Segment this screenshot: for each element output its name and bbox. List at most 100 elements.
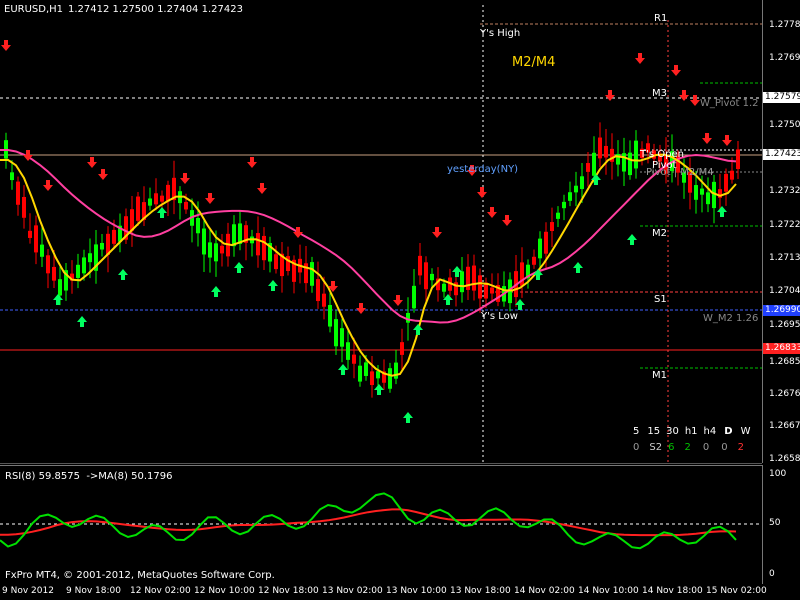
sell-arrow-icon [671, 65, 681, 76]
time-axis: 9 Nov 2012 9 Nov 18:00 12 Nov 02:00 12 N… [0, 585, 800, 600]
ts-open-label: T's Open [640, 149, 684, 160]
candle-body [604, 145, 608, 158]
copyright-text: FxPro MT4, © 2001-2012, MetaQuotes Softw… [5, 570, 275, 581]
candle-body [622, 153, 626, 172]
tf-label: D [724, 426, 733, 437]
candle-body [16, 181, 20, 205]
sell-arrow-icon [487, 207, 497, 218]
buy-arrow-icon [374, 384, 384, 395]
tf-value: 2 [684, 442, 691, 453]
candle-body [634, 140, 638, 169]
m3-label: M3 [652, 88, 667, 99]
candle-body [412, 285, 416, 309]
candle-body [148, 198, 152, 206]
candle-body [160, 195, 164, 202]
tf-label: h4 [703, 426, 717, 437]
rsi-line [0, 492, 737, 550]
candle-body [562, 201, 566, 209]
buy-arrow-icon [268, 280, 278, 291]
rsi-indicator-panel[interactable]: RSI(8) 59.8575 ->MA(8) 50.1796 FxPro MT4… [0, 465, 762, 586]
candle-body [166, 184, 170, 202]
pivot-m2m4-label: Pivot | M2/M4 [646, 167, 714, 178]
sell-arrow-icon [393, 295, 403, 306]
candle-body [136, 196, 140, 221]
rsi-tick: 100 [769, 469, 787, 479]
price-tick: 1.27320 [769, 186, 800, 196]
tf-label: W [740, 426, 751, 437]
buy-arrow-icon [118, 269, 128, 280]
candle-body [202, 228, 206, 255]
candle-body [736, 149, 740, 170]
candle-body [490, 287, 494, 294]
buy-arrow-icon [573, 262, 583, 273]
buy-arrow-icon [627, 234, 637, 245]
candle-body [214, 243, 218, 262]
fast-moving-average-line [0, 153, 737, 377]
candle-body [460, 271, 464, 293]
slow-moving-average-line [0, 149, 737, 324]
sell-arrow-icon [722, 135, 732, 146]
buy-arrow-icon [403, 412, 413, 423]
w-pivot-label: W_Pivot 1.2 [700, 98, 759, 109]
buy-arrow-icon [717, 206, 727, 217]
price-tick: 1.27135 [769, 253, 800, 263]
tf-label: h1 [684, 426, 698, 437]
candle-body [334, 319, 338, 347]
price-axis[interactable]: 1.27780 1.27690 1.27579 1.27505 1.27423 … [762, 0, 800, 464]
candle-body [34, 225, 38, 253]
ys-high-label: Y's High [480, 28, 521, 39]
candle-body [376, 371, 380, 379]
time-tick: 14 Nov 02:00 [514, 586, 575, 596]
ohlc-values: 1.27412 1.27500 1.27404 1.27423 [68, 4, 243, 15]
time-tick: 13 Nov 10:00 [386, 586, 447, 596]
candle-body [592, 152, 596, 176]
sell-arrow-icon [679, 90, 689, 101]
time-tick: 12 Nov 18:00 [258, 586, 319, 596]
candle-body [586, 163, 590, 172]
sell-arrow-icon [1, 40, 11, 51]
price-tick: 1.27225 [769, 220, 800, 230]
price-tick: 1.26855 [769, 357, 800, 367]
sell-arrow-icon [690, 95, 700, 106]
sell-arrow-icon [247, 157, 257, 168]
sell-arrow-icon [180, 173, 190, 184]
candle-body [220, 245, 224, 254]
price-chart[interactable] [0, 0, 762, 463]
candle-body [400, 342, 404, 355]
buy-arrow-icon [211, 286, 221, 297]
time-tick: 12 Nov 02:00 [130, 586, 191, 596]
candle-body [262, 235, 266, 261]
buy-arrow-icon [234, 262, 244, 273]
sell-arrow-icon [293, 227, 303, 238]
candle-body [352, 354, 356, 364]
buy-arrow-icon [157, 207, 167, 218]
candle-body [730, 170, 734, 180]
s1-price-marker: 1.26990 [763, 305, 800, 316]
candle-body [256, 233, 260, 256]
candle-body [442, 283, 446, 292]
s1-label: S1 [654, 294, 667, 305]
candle-body [328, 304, 332, 327]
candle-body [544, 231, 548, 254]
candle-body [574, 185, 578, 193]
candle-body [550, 222, 554, 231]
sell-arrow-icon [87, 157, 97, 168]
time-tick: 9 Nov 2012 [2, 586, 54, 596]
w-m2-label: W_M2 1.26 [703, 313, 759, 324]
m1-label: M1 [652, 370, 667, 381]
candle-body [532, 256, 536, 265]
current-price-marker: 1.27423 [763, 149, 800, 160]
red-level-marker: 1.26833 [763, 343, 800, 354]
candle-body [538, 238, 542, 259]
candle-body [556, 212, 560, 219]
candle-body [598, 137, 602, 159]
candle-body [40, 244, 44, 257]
tf-label: 5 [633, 426, 640, 437]
candle-body [184, 201, 188, 210]
candle-body [100, 242, 104, 250]
rsi-ma-label: ->MA(8) 50.1796 [86, 471, 173, 482]
tf-value: 2 [737, 442, 744, 453]
candle-body [82, 257, 86, 274]
main-chart-panel[interactable]: EURUSD,H1 1.27412 1.27500 1.27404 1.2742… [0, 0, 762, 464]
candle-body [700, 188, 704, 195]
